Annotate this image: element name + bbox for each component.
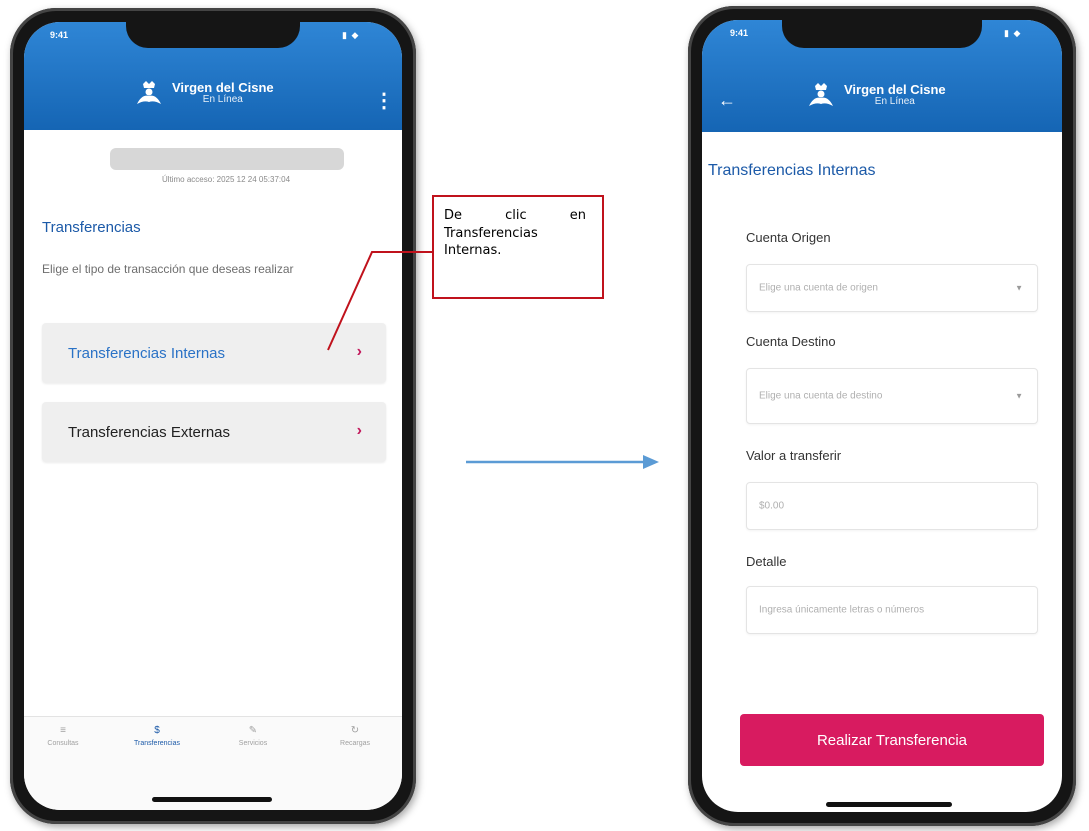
page-title: Transferencias Internas (708, 162, 876, 179)
option-transferencias-externas[interactable]: Transferencias Externas › (42, 402, 386, 462)
chevron-right-icon: › (356, 422, 362, 439)
brand-name: Virgen del Cisne (844, 81, 946, 97)
amount-input[interactable]: $0.00 (746, 482, 1038, 530)
brand-subtitle: En Línea (874, 95, 915, 107)
tab-transferencias[interactable]: $ Transferencias (122, 725, 192, 747)
option-label: Transferencias Externas (68, 424, 231, 441)
dollar-icon: $ (154, 725, 160, 736)
submit-transfer-button[interactable]: Realizar Transferencia (740, 714, 1044, 766)
brand: Virgen del Cisne En Línea (134, 80, 274, 106)
phone-notch (126, 22, 300, 48)
status-icons: ▮ ◆ (342, 30, 360, 40)
destination-account-select[interactable]: Elige una cuenta de destino ▼ (746, 368, 1038, 424)
amount-label: Valor a transferir (746, 448, 842, 463)
detail-placeholder: Ingresa únicamente letras o números (759, 604, 925, 616)
hint-text: Elige el tipo de transacción que deseas … (42, 262, 294, 276)
status-icons: ▮ ◆ (1004, 28, 1022, 38)
phone-notch (782, 20, 982, 48)
overflow-menu-icon[interactable]: ⋮ (374, 88, 394, 113)
back-arrow-icon[interactable]: ← (718, 90, 736, 111)
refresh-icon: ↻ (350, 725, 360, 736)
section-title: Transferencias (42, 219, 141, 236)
virgin-crown-logo-icon (809, 83, 833, 106)
right-phone-screen: ← Virgen del Cisne En Línea 9:41 ▮ ◆ Tra… (702, 20, 1062, 812)
select-placeholder: Elige una cuenta de destino (759, 390, 883, 402)
right-phone-frame: ← Virgen del Cisne En Línea 9:41 ▮ ◆ Tra… (688, 6, 1076, 826)
tab-servicios[interactable]: ✎ Servicios (218, 725, 288, 747)
caret-down-icon: ▼ (1015, 391, 1023, 401)
list-icon: ≡ (60, 725, 66, 736)
last-access-text: Último acceso: 2025 12 24 05:37:04 (161, 175, 291, 184)
instruction-callout: De clic en Transferencias Internas. (432, 195, 604, 299)
brand-name: Virgen del Cisne (172, 79, 274, 95)
tab-label: Consultas (47, 740, 79, 747)
tab-recargas[interactable]: ↻ Recargas (320, 725, 390, 747)
detail-label: Detalle (746, 554, 787, 569)
tab-label: Recargas (340, 740, 370, 747)
left-phone-frame: Virgen del Cisne En Línea ⋮ 9:41 ▮ ◆ Últ… (10, 8, 416, 824)
brand-subtitle: En Línea (202, 93, 243, 105)
home-indicator (152, 797, 272, 802)
select-placeholder: Elige una cuenta de origen (759, 282, 878, 294)
status-time: 9:41 (50, 30, 69, 40)
bottom-tab-bar: ≡ Consultas $ Transferencias ✎ Servicios… (24, 716, 402, 810)
origin-account-select[interactable]: Elige una cuenta de origen ▼ (746, 264, 1038, 312)
pencil-icon: ✎ (248, 725, 258, 736)
tab-label: Servicios (238, 740, 268, 747)
destination-account-label: Cuenta Destino (746, 334, 836, 349)
virgin-crown-logo-icon (137, 81, 161, 104)
flow-arrow-head-icon (643, 455, 659, 469)
tab-label: Transferencias (133, 740, 181, 747)
brand: Virgen del Cisne En Línea (806, 82, 946, 108)
origin-account-label: Cuenta Origen (746, 230, 831, 245)
caret-down-icon: ▼ (1015, 283, 1023, 293)
status-time: 9:41 (730, 28, 749, 38)
option-transferencias-internas[interactable]: Transferencias Internas › (42, 323, 386, 383)
chevron-right-icon: › (356, 343, 362, 360)
user-name-bar (110, 148, 344, 170)
left-phone-screen: Virgen del Cisne En Línea ⋮ 9:41 ▮ ◆ Últ… (24, 22, 402, 810)
home-indicator (826, 802, 952, 807)
option-label: Transferencias Internas (68, 345, 226, 362)
detail-input[interactable]: Ingresa únicamente letras o números (746, 586, 1038, 634)
tab-consultas[interactable]: ≡ Consultas (28, 725, 98, 747)
amount-placeholder: $0.00 (759, 500, 785, 512)
